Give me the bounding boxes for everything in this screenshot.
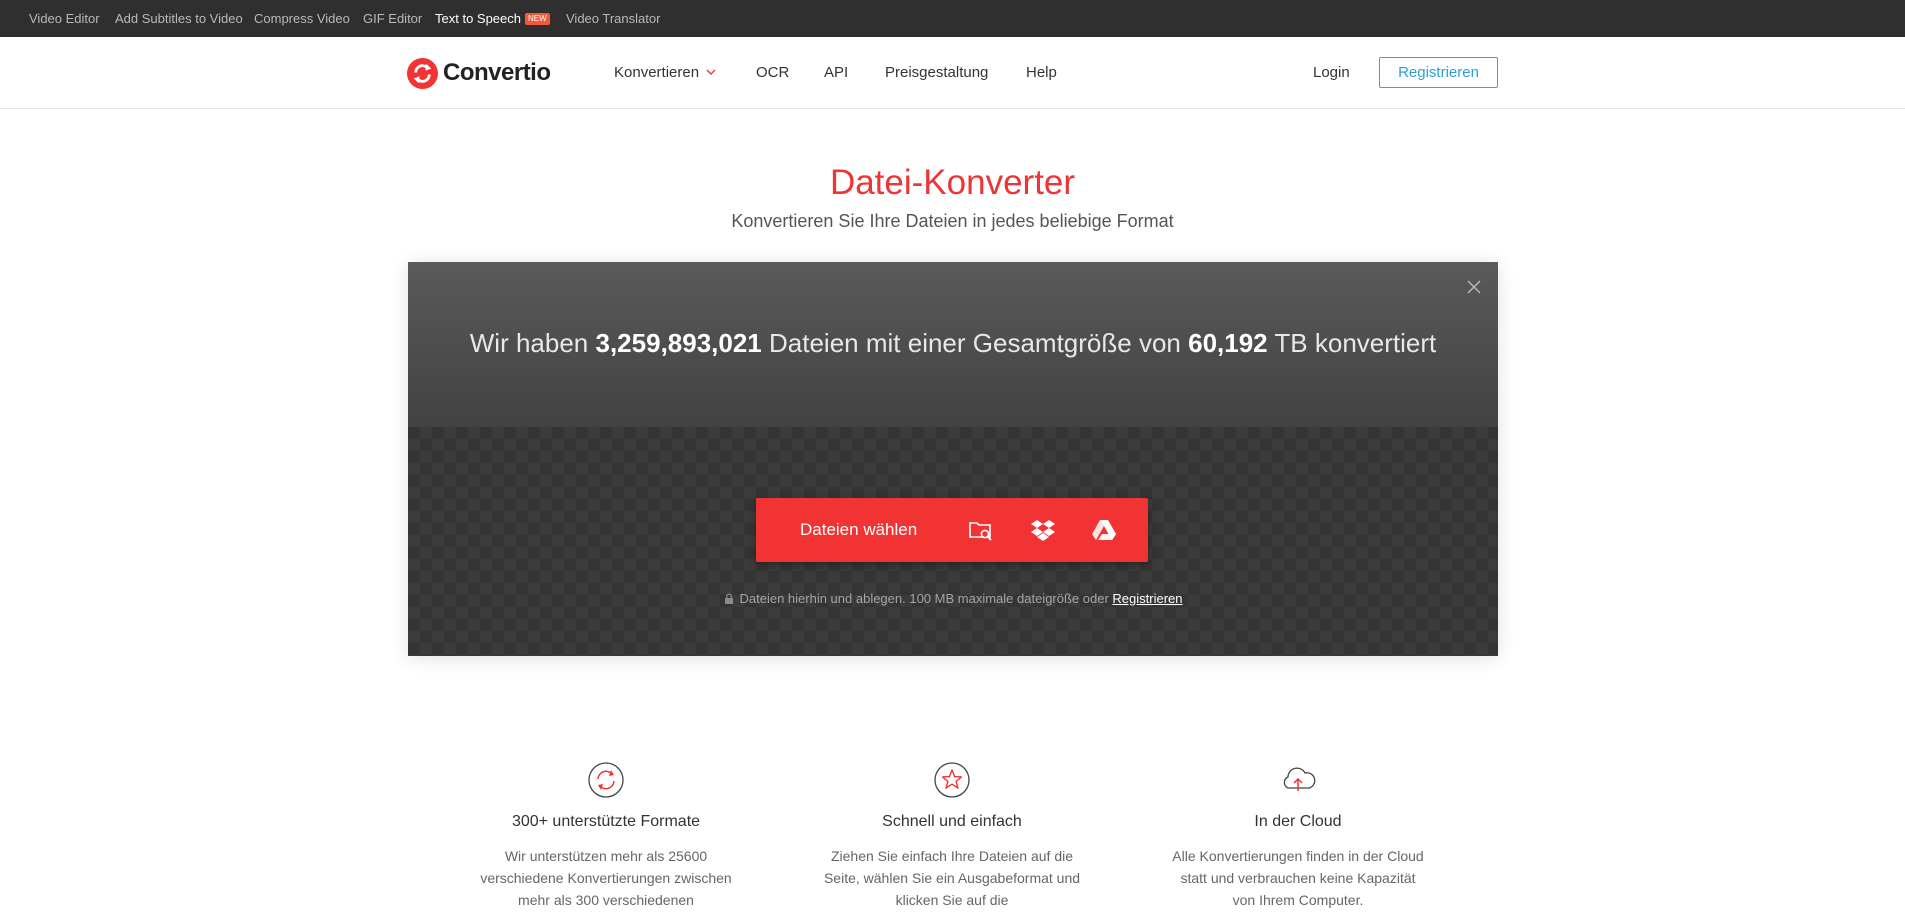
feature-fast-easy: Schnell und einfach Ziehen Sie einfach I… (822, 760, 1082, 911)
stats-prefix: Wir haben (469, 328, 589, 358)
logo-text: Convertio (443, 59, 551, 86)
drop-hint-register-link[interactable]: Registrieren (1112, 591, 1182, 606)
nav-konvertieren-label: Konvertieren (614, 64, 700, 81)
refresh-circle-icon (588, 762, 624, 798)
lock-icon (724, 593, 733, 604)
logo[interactable]: Convertio (407, 56, 551, 90)
topbar-link-video-editor[interactable]: Video Editor (29, 11, 100, 26)
folder-search-icon[interactable] (968, 517, 994, 543)
feature-text: Ziehen Sie einfach Ihre Dateien auf die … (823, 848, 1081, 908)
google-drive-icon[interactable] (1091, 517, 1117, 543)
chevron-down-icon (706, 69, 716, 75)
topbar-link-text-to-speech-label: Text to Speech (435, 11, 521, 26)
nav-api[interactable]: API (824, 64, 848, 81)
site-header: Convertio Konvertieren OCR API Preisgest… (0, 37, 1905, 109)
stats-banner: Wir haben 3,259,893,021 Dateien mit eine… (408, 262, 1498, 427)
feature-title: 300+ unterstützte Formate (511, 813, 701, 830)
choose-files-label: Dateien wählen (800, 520, 918, 539)
converter-box: Wir haben 3,259,893,021 Dateien mit eine… (408, 262, 1498, 656)
topbar-link-compress-video[interactable]: Compress Video (254, 11, 350, 26)
stats-total-size: 60,192 (1188, 328, 1268, 358)
stats-files-count: 3,259,893,021 (595, 328, 762, 358)
feature-formats: 300+ unterstützte Formate Wir unterstütz… (476, 760, 736, 911)
cloud-upload-icon (1283, 767, 1316, 791)
nav-preisgestaltung[interactable]: Preisgestaltung (885, 64, 988, 81)
stats-middle: Dateien mit einer Gesamtgröße von (769, 328, 1181, 358)
star-circle-icon (934, 762, 970, 798)
choose-files-button[interactable]: Dateien wählen (756, 498, 1148, 562)
register-button[interactable]: Registrieren (1379, 57, 1498, 88)
login-link[interactable]: Login (1313, 64, 1350, 81)
nav-help[interactable]: Help (1026, 64, 1057, 81)
topbar-link-add-subtitles[interactable]: Add Subtitles to Video (115, 11, 243, 26)
topbar-link-text-to-speech[interactable]: Text to Speech NEW (435, 11, 550, 26)
convertio-logo-icon (407, 57, 438, 89)
page-subtitle: Konvertieren Sie Ihre Dateien in jedes b… (731, 211, 1174, 231)
top-promo-bar: Video Editor Add Subtitles to Video Comp… (0, 0, 1905, 37)
nav-ocr[interactable]: OCR (756, 64, 789, 81)
feature-cloud: In der Cloud Alle Konvertierungen finden… (1168, 760, 1428, 911)
dropbox-icon[interactable] (1030, 517, 1056, 543)
new-badge: NEW (525, 13, 550, 25)
close-icon[interactable] (1466, 279, 1482, 295)
nav-konvertieren[interactable]: Konvertieren (614, 64, 717, 81)
feature-text: Alle Konvertierungen finden in der Cloud… (1172, 848, 1424, 908)
feature-text: Wir unterstützen mehr als 25600 verschie… (480, 848, 732, 908)
feature-title: In der Cloud (1254, 813, 1342, 830)
stats-text: Wir haben 3,259,893,021 Dateien mit eine… (408, 328, 1498, 359)
drop-hint-text: Dateien hierhin und ablegen. 100 MB maxi… (739, 591, 1109, 606)
drop-hint: Dateien hierhin und ablegen. 100 MB maxi… (408, 591, 1498, 606)
topbar-link-video-translator[interactable]: Video Translator (566, 11, 660, 26)
page-title: Datei-Konverter (829, 163, 1076, 202)
file-dropzone[interactable]: Dateien wählen Dateien hierhin und ableg… (408, 427, 1498, 656)
feature-title: Schnell und einfach (882, 813, 1022, 830)
stats-suffix: TB konvertiert (1274, 328, 1437, 358)
topbar-link-gif-editor[interactable]: GIF Editor (363, 11, 422, 26)
